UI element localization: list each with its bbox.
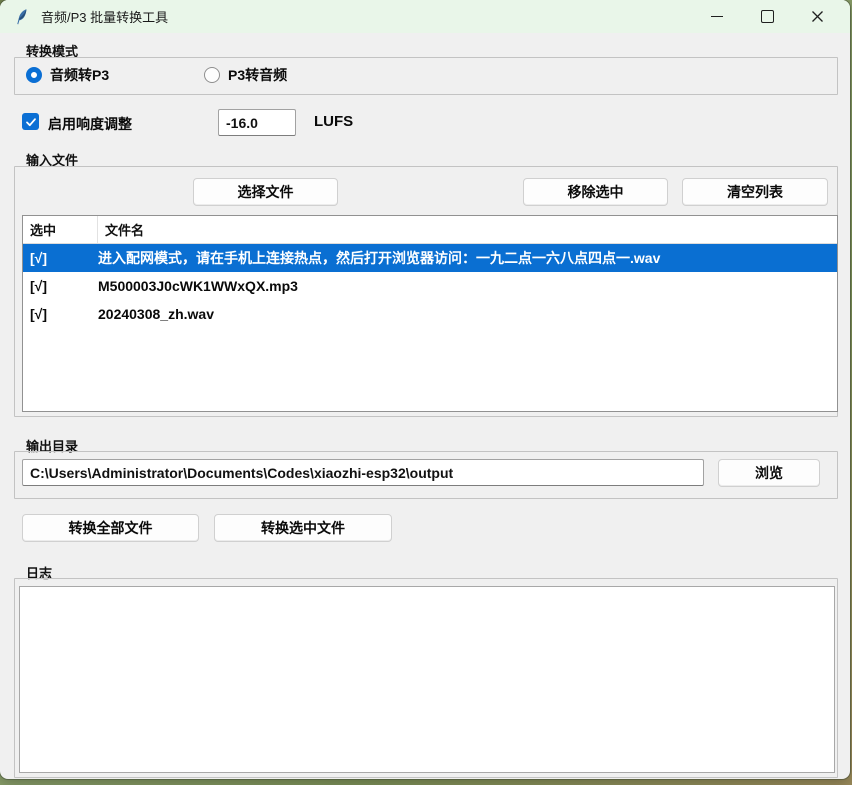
- log-text-area: [19, 586, 835, 773]
- clear-list-button[interactable]: 清空列表: [682, 178, 828, 206]
- app-window: 音频/P3 批量转换工具 转换模式 音频转P3 P3转音频: [0, 0, 850, 779]
- convert-selected-button[interactable]: 转换选中文件: [214, 514, 392, 542]
- row-check-mark: [√]: [23, 278, 98, 294]
- row-filename: M500003J0cWK1WWxQX.mp3: [98, 278, 837, 294]
- python-feather-icon: [13, 8, 31, 26]
- row-filename: 进入配网模式，请在手机上连接热点，然后打开浏览器访问：一九二点一六八点四点一.w…: [98, 248, 837, 268]
- header-checked-column[interactable]: 选中: [23, 216, 98, 243]
- table-row[interactable]: [√] 进入配网模式，请在手机上连接热点，然后打开浏览器访问：一九二点一六八点四…: [23, 244, 837, 272]
- output-path-input[interactable]: [22, 459, 704, 486]
- radio-selected-icon: [26, 67, 42, 83]
- file-list-table: 选中 文件名 [√] 进入配网模式，请在手机上连接热点，然后打开浏览器访问：一九…: [22, 215, 838, 412]
- check-icon: [25, 116, 37, 128]
- loudness-checkbox[interactable]: [22, 113, 39, 130]
- header-filename-column[interactable]: 文件名: [98, 216, 837, 243]
- table-row[interactable]: [√] M500003J0cWK1WWxQX.mp3: [23, 272, 837, 300]
- radio-unselected-icon: [204, 67, 220, 83]
- window-title: 音频/P3 批量转换工具: [41, 7, 168, 26]
- remove-selected-button[interactable]: 移除选中: [523, 178, 668, 206]
- close-icon: [811, 10, 824, 23]
- browse-button[interactable]: 浏览: [718, 459, 820, 487]
- window-controls: [692, 0, 842, 33]
- radio-audio-to-p3-label: 音频转P3: [50, 65, 109, 85]
- maximize-button[interactable]: [742, 0, 792, 33]
- row-check-mark: [√]: [23, 306, 98, 322]
- row-filename: 20240308_zh.wav: [98, 306, 837, 322]
- radio-p3-to-audio-label: P3转音频: [228, 65, 287, 85]
- mode-group-box: [14, 57, 838, 95]
- radio-p3-to-audio[interactable]: P3转音频: [204, 65, 287, 85]
- minimize-button[interactable]: [692, 0, 742, 33]
- lufs-input[interactable]: [218, 109, 296, 136]
- close-button[interactable]: [792, 0, 842, 33]
- maximize-icon: [761, 10, 774, 23]
- table-row[interactable]: [√] 20240308_zh.wav: [23, 300, 837, 328]
- lufs-unit-label: LUFS: [314, 113, 353, 130]
- select-files-button[interactable]: 选择文件: [193, 178, 338, 206]
- loudness-checkbox-label: 启用响度调整: [48, 114, 132, 134]
- row-check-mark: [√]: [23, 250, 98, 266]
- convert-all-button[interactable]: 转换全部文件: [22, 514, 199, 542]
- minimize-icon: [711, 16, 723, 17]
- title-bar: 音频/P3 批量转换工具: [0, 0, 850, 33]
- file-list-header[interactable]: 选中 文件名: [23, 216, 837, 244]
- radio-audio-to-p3[interactable]: 音频转P3: [26, 65, 109, 85]
